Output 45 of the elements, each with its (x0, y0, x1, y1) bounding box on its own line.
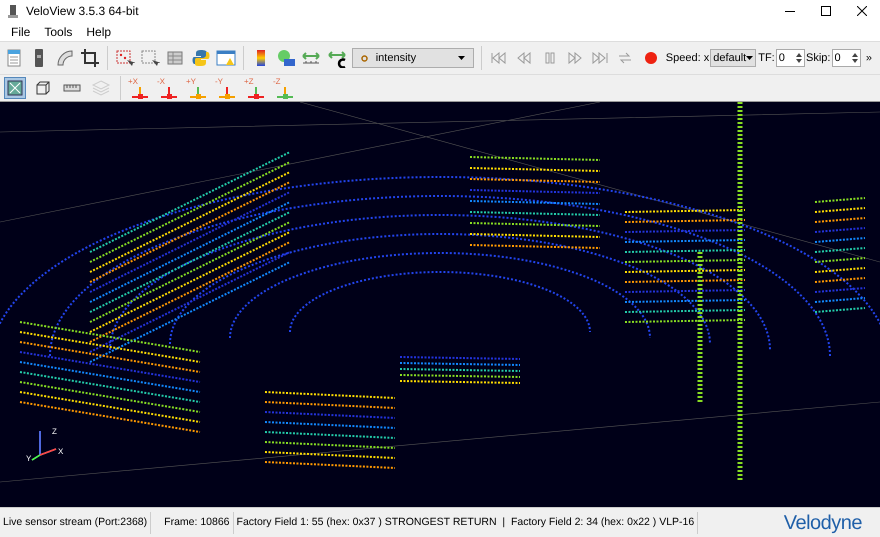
maximize-icon (821, 6, 831, 16)
spin-arrows-icon (852, 53, 858, 63)
select-points-icon (114, 48, 135, 68)
velodyne-logo: Velodyne (784, 510, 862, 536)
axis-arrow-icon (188, 87, 208, 99)
python-icon (190, 48, 211, 68)
color-map-icon (276, 48, 296, 68)
crop-button[interactable] (80, 46, 100, 70)
toolbar-overflow-button[interactable]: » (866, 50, 872, 66)
point-icon (360, 54, 368, 62)
status-text: Factory Field 1: 55 (hex: 0x37 ) STRONGEST RETURN | Factory Field 2: 34 (hex: 0x22 ) VLP-16 (234, 512, 698, 534)
spin-arrows-icon (796, 53, 802, 63)
layers-icon (91, 78, 111, 98)
reset-camera-button[interactable] (4, 77, 26, 99)
skip-spinbox[interactable]: 0 (832, 49, 861, 67)
window-title: VeloView 3.5.3 64-bit (26, 3, 139, 20)
speed-label: Speed: x (666, 50, 710, 66)
crop-icon (80, 48, 100, 68)
tf-label: TF: (758, 50, 775, 66)
axis-arrow-icon (246, 87, 266, 99)
caret-icon (746, 56, 754, 60)
axis-label: Y (26, 453, 32, 465)
window-warning-icon (216, 48, 236, 68)
close-icon (857, 6, 867, 16)
menu-item[interactable]: File (4, 22, 38, 40)
minimize-icon (785, 10, 795, 12)
select-region-icon (140, 48, 160, 68)
axis-arrow-icon (275, 87, 295, 99)
color-by-dropdown[interactable]: intensity (352, 48, 474, 68)
skip-label: Skip: (806, 50, 830, 66)
caret-icon (458, 56, 466, 60)
tf-spinbox[interactable]: 0 (776, 49, 806, 67)
axis-arrow-icon (217, 87, 237, 99)
menu-item[interactable]: Tools (37, 22, 80, 40)
3d-viewport[interactable]: Z X Y (0, 101, 880, 507)
reset-camera-icon (7, 80, 23, 96)
speed-dropdown[interactable]: default (710, 49, 756, 67)
app-icon (8, 4, 18, 18)
status-text: Live sensor stream (Port:2368) (0, 512, 152, 534)
axis-label: Z (52, 426, 57, 438)
axis-arrow-icon (130, 87, 150, 99)
axis-label: X (58, 446, 64, 458)
axis-arrow-icon (159, 87, 179, 99)
status-text: Frame: 10866 (161, 512, 234, 534)
menu-item[interactable]: Help (79, 22, 118, 40)
